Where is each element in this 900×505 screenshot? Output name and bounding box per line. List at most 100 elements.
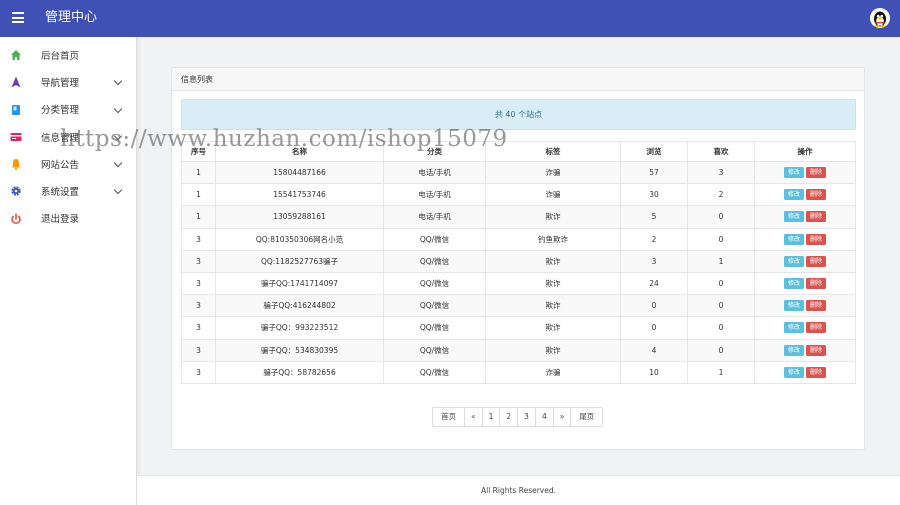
edit-button[interactable]: 修改 xyxy=(784,211,804,223)
sidebar-item[interactable]: 分类管理 xyxy=(0,96,136,123)
page-link[interactable]: 1 xyxy=(481,407,501,427)
table-cell: QQ/微信 xyxy=(383,338,486,362)
table-row: 1 15541753746 电话/手机 诈骗 30 2 修改 删除 xyxy=(181,183,856,207)
actions-cell: 修改 删除 xyxy=(754,205,856,229)
sidebar-item[interactable]: 导航管理 xyxy=(0,68,136,95)
column-header: 操作 xyxy=(754,141,856,162)
sidebar-item-label: 分类管理 xyxy=(41,105,80,117)
page-link[interactable]: » xyxy=(552,407,572,427)
table-cell: 欺诈 xyxy=(485,316,621,340)
top-bar: 管理中心 xyxy=(0,0,900,37)
column-header: 喜欢 xyxy=(687,141,755,162)
info-table: 序号 名称 分类 标签 浏览 喜欢 操作 1 15804487166 电话/手机 诈骗… xyxy=(181,141,856,384)
actions-cell: 修改 删除 xyxy=(754,183,856,207)
app-title: 管理中心 xyxy=(45,10,98,25)
edit-button[interactable]: 修改 xyxy=(784,366,804,378)
delete-button[interactable]: 删除 xyxy=(806,189,826,201)
delete-button[interactable]: 删除 xyxy=(806,233,826,245)
table-cell: 2 xyxy=(620,227,688,251)
table-cell: 3 xyxy=(181,271,216,296)
page-link[interactable]: 尾页 xyxy=(570,407,604,427)
table-cell: 骗子QQ:1741714097 xyxy=(215,271,384,296)
table-cell: QQ/微信 xyxy=(383,360,486,384)
actions-cell: 修改 删除 xyxy=(754,249,856,273)
edit-button[interactable]: 修改 xyxy=(784,300,804,312)
table-cell: 欺诈 xyxy=(485,294,621,318)
table-row: 3 骗子QQ:1741714097 QQ/微信 欺诈 24 0 修改 删除 xyxy=(181,271,856,296)
table-cell: 欺诈 xyxy=(485,205,621,229)
table-cell: 0 xyxy=(687,227,755,251)
table-cell: 1 xyxy=(181,205,216,229)
delete-button[interactable]: 删除 xyxy=(806,322,826,334)
page-link[interactable]: « xyxy=(464,407,483,427)
delete-button[interactable]: 删除 xyxy=(806,344,826,356)
table-cell: 10 xyxy=(620,360,688,384)
page-link[interactable]: 首页 xyxy=(432,407,465,427)
table-row: 3 骗子QQ:416244802 QQ/微信 欺诈 0 0 修改 删除 xyxy=(181,294,856,318)
delete-button[interactable]: 删除 xyxy=(806,278,826,290)
edit-button[interactable]: 修改 xyxy=(784,322,804,334)
actions-cell: 修改 删除 xyxy=(754,338,856,362)
table-row: 3 骗子QQ：993223512 QQ/微信 欺诈 0 0 修改 删除 xyxy=(181,316,856,340)
edit-button[interactable]: 修改 xyxy=(784,233,804,245)
chevron-down-icon xyxy=(113,186,123,195)
table-cell: QQ/微信 xyxy=(383,249,486,273)
power-icon xyxy=(10,213,22,225)
edit-button[interactable]: 修改 xyxy=(784,278,804,290)
table-cell: 骗子QQ：534830395 xyxy=(215,338,384,362)
table-cell: 0 xyxy=(687,205,755,229)
table-cell: 骗子QQ:416244802 xyxy=(215,294,384,318)
edit-button[interactable]: 修改 xyxy=(784,189,804,201)
table-row: 3 QQ:810350306网名小范 QQ/微信 钓鱼欺诈 2 0 修改 删除 xyxy=(181,227,856,251)
sidebar-item[interactable]: 网站公告 xyxy=(0,150,136,177)
table-cell: QQ/微信 xyxy=(383,271,486,296)
sidebar-item-label: 退出登录 xyxy=(41,214,80,226)
info-list-panel: 信息列表 共 40 个站点 序号 名称 分类 标签 浏览 喜欢 操作 1 1580… xyxy=(171,67,865,450)
pagination: 首页 «1 2 3 4» 尾页 xyxy=(432,407,604,427)
table-cell: 诈骗 xyxy=(485,183,621,207)
edit-button[interactable]: 修改 xyxy=(784,167,804,179)
actions-cell: 修改 删除 xyxy=(754,316,856,340)
page-link[interactable]: 3 xyxy=(517,407,536,427)
table-cell: 0 xyxy=(687,271,755,296)
page-link[interactable]: 2 xyxy=(499,407,519,427)
footer: All Rights Reserved. xyxy=(137,475,900,505)
edit-button[interactable]: 修改 xyxy=(784,344,804,356)
menu-icon[interactable] xyxy=(12,12,24,23)
table-cell: 13059288161 xyxy=(215,205,384,229)
sidebar-item-label: 网站公告 xyxy=(41,159,80,171)
table-cell: 3 xyxy=(687,160,755,185)
table-cell: 0 xyxy=(687,338,755,362)
bell-icon xyxy=(10,158,22,171)
sidebar-item[interactable]: 退出登录 xyxy=(0,205,136,232)
sidebar-item[interactable]: 后台首页 xyxy=(0,41,136,68)
delete-button[interactable]: 删除 xyxy=(806,300,826,312)
table-cell: 1 xyxy=(181,183,216,207)
book-icon xyxy=(10,104,22,116)
table-row: 1 13059288161 电话/手机 欺诈 5 0 修改 删除 xyxy=(181,205,856,229)
delete-button[interactable]: 删除 xyxy=(806,255,826,267)
chevron-down-icon xyxy=(113,77,123,86)
table-cell: 诈骗 xyxy=(485,160,621,185)
table-cell: 3 xyxy=(181,294,216,318)
chevron-down-icon xyxy=(113,104,123,113)
delete-button[interactable]: 删除 xyxy=(806,211,826,223)
column-header: 浏览 xyxy=(620,141,688,162)
table-row: 3 骗子QQ：534830395 QQ/微信 欺诈 4 0 修改 删除 xyxy=(181,338,856,362)
delete-button[interactable]: 删除 xyxy=(806,366,826,378)
avatar[interactable] xyxy=(870,8,890,28)
edit-button[interactable]: 修改 xyxy=(784,255,804,267)
table-cell: 电话/手机 xyxy=(383,160,486,185)
delete-button[interactable]: 删除 xyxy=(806,167,826,179)
home-icon xyxy=(10,49,22,61)
table-cell: QQ:810350306网名小范 xyxy=(215,227,384,251)
table-cell: 欺诈 xyxy=(485,249,621,273)
sidebar-item[interactable]: 系统设置 xyxy=(0,177,136,204)
page-link[interactable]: 4 xyxy=(534,407,554,427)
table-cell: 3 xyxy=(181,249,216,273)
table-cell: 诈骗 xyxy=(485,360,621,384)
table-cell: 欺诈 xyxy=(485,338,621,362)
table-cell: 3 xyxy=(181,360,216,384)
table-cell: 15541753746 xyxy=(215,183,384,207)
actions-cell: 修改 删除 xyxy=(754,294,856,318)
